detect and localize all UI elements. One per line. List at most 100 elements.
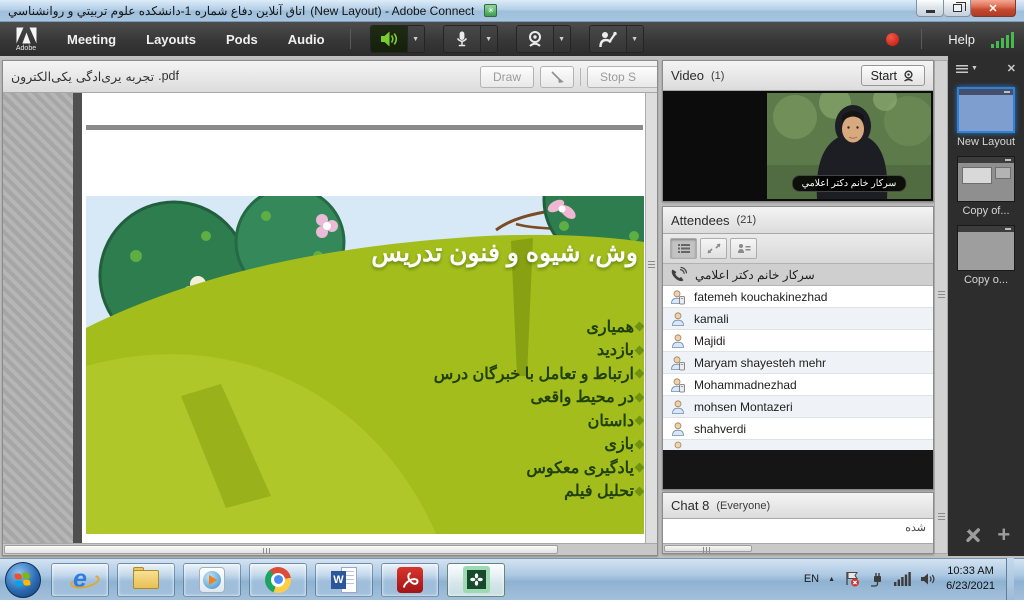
scrollbar-thumb[interactable] xyxy=(4,545,558,554)
chat-pod: Chat 8 (Everyone) شده xyxy=(662,492,934,554)
webcam-icon xyxy=(902,70,915,82)
action-center-flag-icon[interactable] xyxy=(844,571,860,587)
share-vertical-scrollbar[interactable] xyxy=(645,93,657,545)
gutter-grip[interactable] xyxy=(938,513,945,522)
draw-button[interactable]: Draw xyxy=(480,66,534,88)
video-pod-header[interactable]: Video (1) Start xyxy=(663,61,933,91)
taskbar-internet-explorer[interactable]: e xyxy=(51,563,109,597)
attendee-row[interactable]: Maryam shayesteh mehr xyxy=(663,352,933,374)
gutter-grip[interactable] xyxy=(938,291,945,300)
layout-item-new-layout[interactable]: New Layout xyxy=(948,87,1024,148)
bullet-marker-icon xyxy=(635,486,644,496)
connection-status-icon[interactable] xyxy=(991,31,1014,48)
scrollbar-thumb[interactable] xyxy=(664,545,752,552)
restore-button[interactable] xyxy=(944,0,971,17)
attendee-row[interactable] xyxy=(663,440,933,450)
microphone-icon xyxy=(453,30,471,48)
layout-thumbnail[interactable] xyxy=(957,225,1015,271)
pdf-viewport[interactable]: وش، شیوه و فنون تدریس همیاری بازدید ارتب… xyxy=(3,93,647,545)
layout-bar-close-icon[interactable]: ✕ xyxy=(1007,62,1016,75)
webcam-dropdown[interactable]: ▼ xyxy=(553,26,570,52)
chat-message-area[interactable]: شده xyxy=(663,519,933,543)
speaker-icon xyxy=(379,30,399,48)
taskbar-word[interactable]: W xyxy=(315,563,373,597)
layout-label: Copy of... xyxy=(948,205,1024,217)
attendee-row[interactable]: Mohammadnezhad xyxy=(663,374,933,396)
person-icon xyxy=(670,311,686,327)
raise-hand-button[interactable] xyxy=(590,26,626,52)
microphone-dropdown[interactable]: ▼ xyxy=(480,26,497,52)
add-layout-plus-icon[interactable]: + xyxy=(997,524,1010,546)
raise-hand-dropdown[interactable]: ▼ xyxy=(626,26,643,52)
taskbar-media-player[interactable] xyxy=(183,563,241,597)
share-horizontal-scrollbar[interactable] xyxy=(3,543,658,555)
webcam-button[interactable] xyxy=(517,26,553,52)
menu-meeting[interactable]: Meeting xyxy=(52,22,131,56)
pod-resize-gutter[interactable] xyxy=(934,60,948,554)
start-webcam-button[interactable]: Start xyxy=(861,65,925,86)
attendee-row[interactable]: shahverdi xyxy=(663,418,933,440)
menu-layouts[interactable]: Layouts xyxy=(131,22,211,56)
pencil-tool-button[interactable] xyxy=(540,66,574,88)
stop-sharing-button[interactable]: Stop S xyxy=(587,66,658,88)
slide-heading: وش، شیوه و فنون تدریس xyxy=(371,238,638,268)
recording-indicator-icon[interactable] xyxy=(886,33,899,46)
volume-speaker-icon[interactable] xyxy=(920,572,937,586)
language-indicator[interactable]: EN xyxy=(804,573,819,585)
tray-expand-chevron-icon[interactable]: ▲ xyxy=(828,576,835,583)
attendees-pod-header[interactable]: Attendees (21) xyxy=(663,207,933,234)
help-menu[interactable]: Help xyxy=(948,32,975,47)
start-button[interactable] xyxy=(5,562,41,598)
menubar-divider xyxy=(350,29,351,49)
taskbar-adobe-connect[interactable] xyxy=(447,563,505,597)
window-titlebar[interactable]: اتاق آنلاين دفاع شماره 1-دانشكده علوم تر… xyxy=(0,0,1024,22)
show-desktop-button[interactable] xyxy=(1006,558,1014,600)
list-view-icon xyxy=(677,243,691,254)
person-list-icon xyxy=(737,243,751,254)
layout-thumbnail[interactable] xyxy=(957,87,1015,133)
attendee-row[interactable]: Majidi xyxy=(663,330,933,352)
attendee-list-view-button[interactable] xyxy=(670,238,697,259)
layout-bar-menu-button[interactable]: ▼ xyxy=(956,65,978,73)
share-title-part2: یری‌ادگی xyxy=(76,69,122,84)
share-title-part1: یکی‌الکترون xyxy=(11,69,72,84)
share-title-ext: .pdf xyxy=(158,69,179,84)
attendee-row[interactable]: fatemeh kouchakinezhad xyxy=(663,286,933,308)
layout-options-tools-icon[interactable] xyxy=(962,524,984,546)
taskbar-acrobat[interactable] xyxy=(381,563,439,597)
pdf-page-separator xyxy=(86,125,643,130)
attendee-row[interactable]: سركار خانم دكتر اعلامي xyxy=(663,264,933,286)
breakout-view-button[interactable] xyxy=(700,238,727,259)
clock[interactable]: 10:33 AM 6/23/2021 xyxy=(946,564,995,594)
attendee-status-view-button[interactable] xyxy=(730,238,757,259)
person-icon xyxy=(670,421,686,437)
menu-pods[interactable]: Pods xyxy=(211,22,273,56)
layout-thumbnail[interactable] xyxy=(957,156,1015,202)
attendee-row[interactable]: kamali xyxy=(663,308,933,330)
video-name-label: سركار خانم دكتر اعلامي xyxy=(792,175,907,192)
layout-item-copy-2[interactable]: Copy o... xyxy=(948,225,1024,286)
slide-bullet-list: همیاری بازدید ارتباط و تعامل با خبرگان د… xyxy=(434,315,643,503)
close-button[interactable]: ✕ xyxy=(971,0,1016,17)
speaker-button[interactable] xyxy=(371,26,407,52)
chat-pod-header[interactable]: Chat 8 (Everyone) xyxy=(663,493,933,519)
minimize-button[interactable] xyxy=(916,0,944,17)
scrollbar-grip[interactable] xyxy=(703,547,712,553)
webcam-video-frame[interactable]: سركار خانم دكتر اعلامي xyxy=(767,93,931,199)
speaker-dropdown[interactable]: ▼ xyxy=(407,26,424,52)
taskbar-chrome[interactable] xyxy=(249,563,307,597)
menu-audio[interactable]: Audio xyxy=(273,22,340,56)
signal-strength-icon[interactable] xyxy=(894,572,911,586)
scrollbar-grip[interactable] xyxy=(648,261,655,270)
taskbar-file-explorer[interactable] xyxy=(117,563,175,597)
microphone-button[interactable] xyxy=(444,26,480,52)
scrollbar-grip[interactable] xyxy=(263,548,272,554)
network-plug-icon[interactable] xyxy=(869,571,885,587)
connect-menubar: Adobe Meeting Layouts Pods Audio ▼ xyxy=(0,22,1024,56)
attendee-name: kamali xyxy=(694,312,729,326)
menubar-right: Help xyxy=(886,22,1024,56)
layout-item-copy-1[interactable]: Copy of... xyxy=(948,156,1024,217)
attendee-row[interactable]: mohsen Montazeri xyxy=(663,396,933,418)
chat-horizontal-scrollbar[interactable] xyxy=(663,543,933,553)
share-pod-header[interactable]: یکی‌الکترون یری‌ادگی تجربه.pdf Draw Stop… xyxy=(3,61,657,93)
